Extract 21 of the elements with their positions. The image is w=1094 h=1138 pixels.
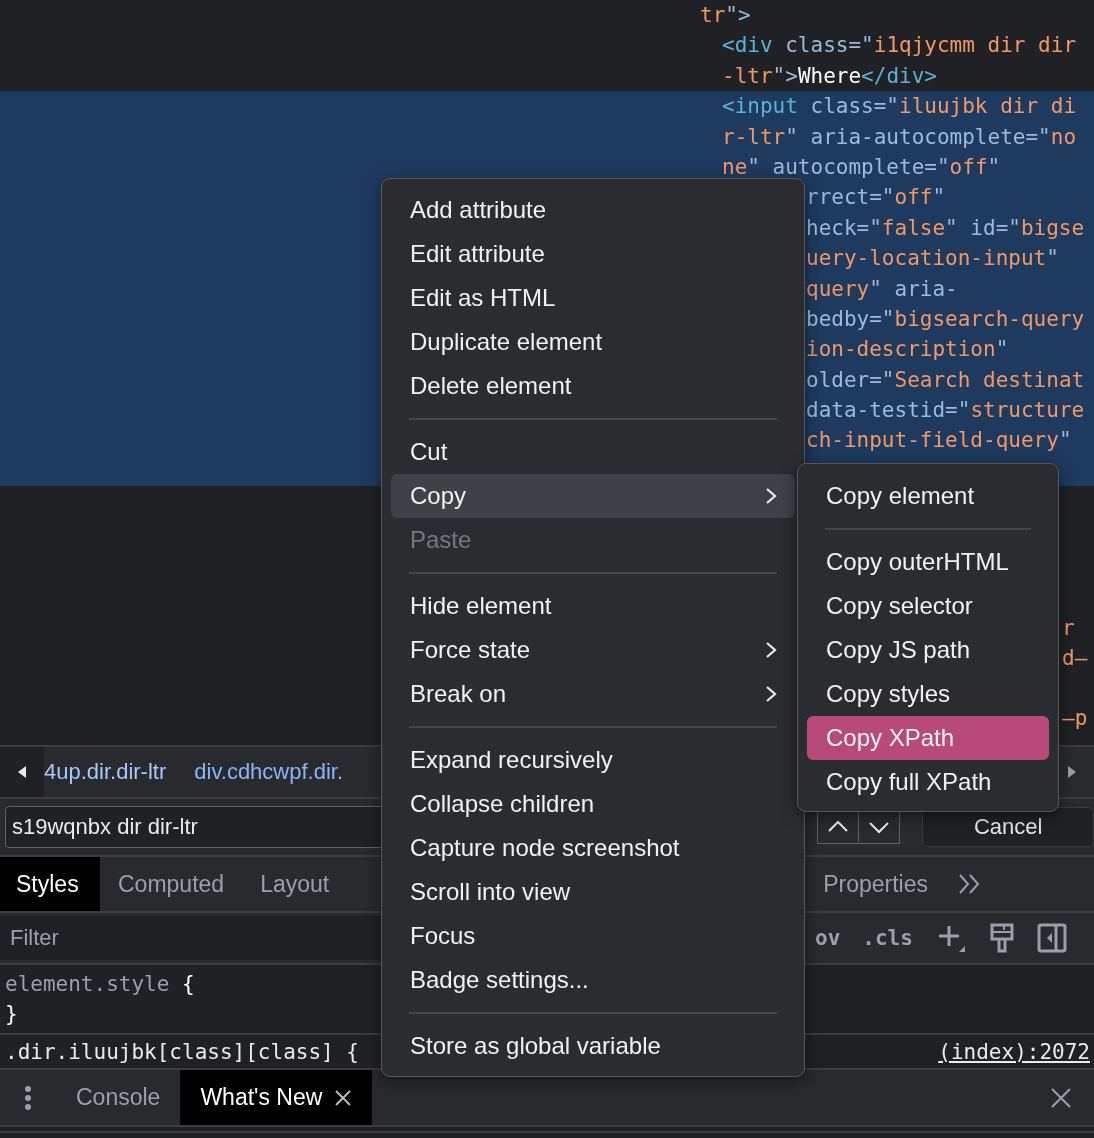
code-line: heck="false" id="bigse bbox=[806, 214, 1085, 242]
code-fragment: r bbox=[1062, 615, 1076, 642]
code-line: -ltr">Where</div> bbox=[722, 62, 937, 90]
code-line: <input class="iluujbk dir di bbox=[722, 93, 1077, 121]
style-rule-selector: .dir.iluujbk[class][class] { bbox=[5, 1039, 359, 1064]
style-rule-close: } bbox=[4, 1001, 18, 1028]
code-line: data-testid="structure bbox=[806, 397, 1085, 425]
code-line: query" aria- bbox=[806, 275, 958, 303]
code-fragment: –p bbox=[1062, 705, 1088, 732]
code-line: ch-input-field-query" bbox=[806, 427, 1072, 455]
style-rule-selector: element.style { bbox=[4, 971, 195, 998]
code-fragment: d– bbox=[1062, 645, 1088, 672]
code-line: uery-location-input" bbox=[806, 245, 1059, 273]
code-line: older="Search destinat bbox=[806, 366, 1085, 394]
code-line: r-ltr" aria-autocomplete="no bbox=[722, 123, 1077, 151]
code-line: ion-description" bbox=[806, 336, 1009, 364]
code-line: ne" autocomplete="off" bbox=[722, 153, 1001, 181]
code-line: rrect="off" bbox=[806, 184, 946, 212]
code-line: bedby="bigsearch-query bbox=[806, 305, 1085, 333]
code-line: tr"> bbox=[700, 2, 751, 29]
code-line: <div class="i1qjycmm dir dir bbox=[722, 32, 1077, 60]
